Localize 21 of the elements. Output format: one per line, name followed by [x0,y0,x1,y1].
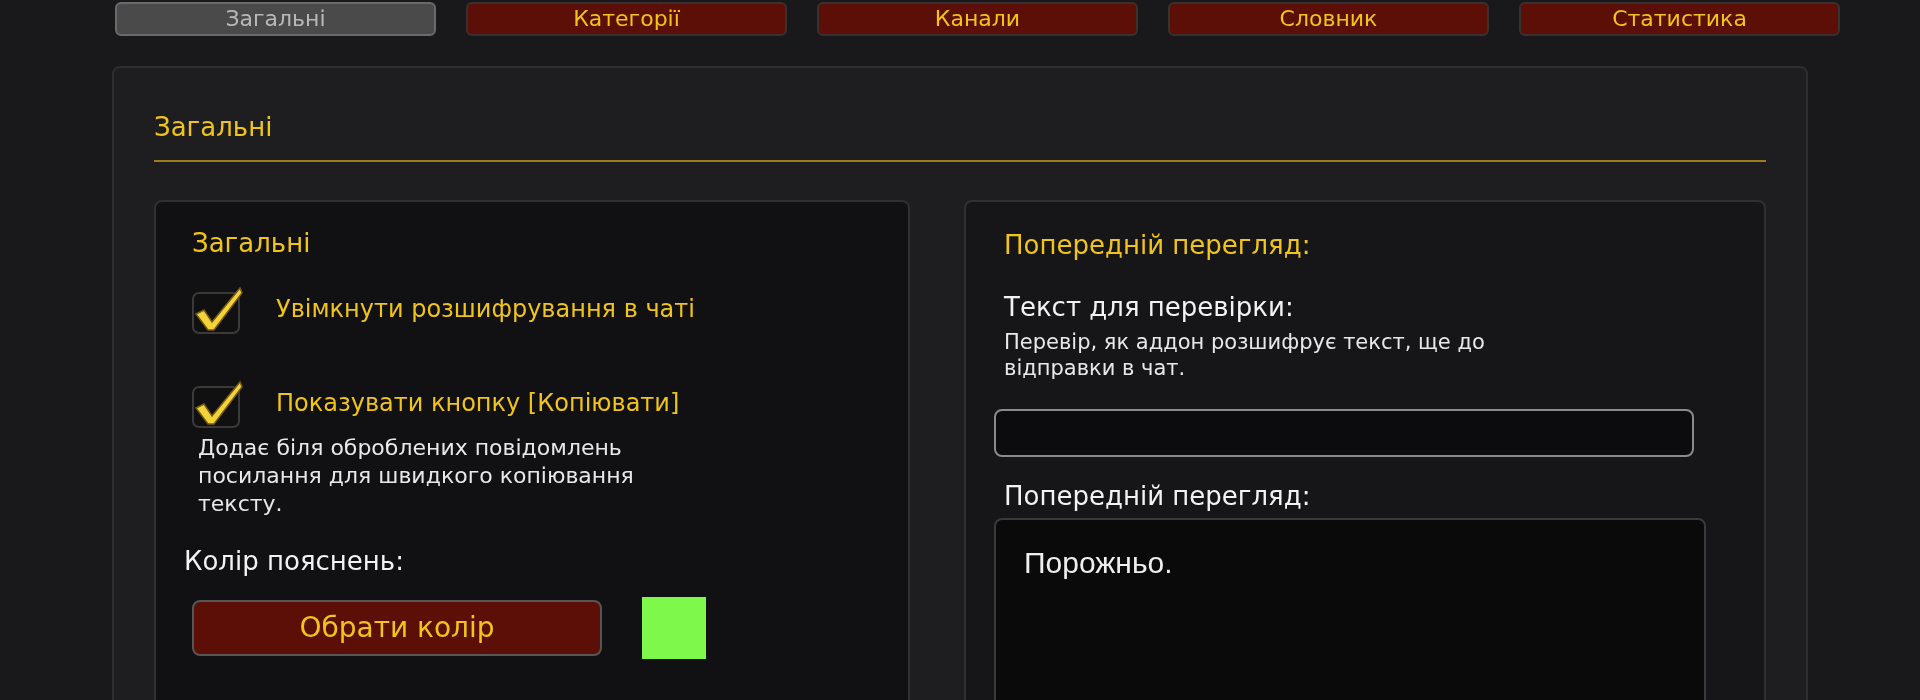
card-title: Попередній перегляд: [1004,232,1312,258]
checkbox-label: Увімкнути розшифрування в чаті [276,294,695,325]
choose-color-button[interactable]: Обрати колір [192,600,602,656]
checkbox-label: Показувати кнопку [Копіювати] [276,388,680,419]
field-hint: Перевір, як аддон розшифрує текст, ще до відправки в чат. [1004,329,1486,381]
tab[interactable]: Канали [817,2,1138,36]
preview-text: Порожньо. [1024,546,1173,579]
tab[interactable]: Загальні [115,2,436,36]
color-label: Колір пояснень: [184,545,405,578]
input-field[interactable] [994,409,1694,457]
section-title: Загальні [154,114,274,140]
tab[interactable]: Словник [1168,2,1489,36]
color-swatch[interactable] [642,597,706,659]
checkbox[interactable] [192,378,244,428]
checkbox[interactable] [192,284,244,334]
tab[interactable]: Статистика [1519,2,1840,36]
preview-label: Попередній перегляд: [1004,480,1312,513]
option-description: Додає біля оброблених повідомлень посилання для швидкого копіювання тексту. [198,434,635,518]
field-label: Текст для перевірки: [1004,291,1295,324]
tab[interactable]: Категорії [466,2,787,36]
card-title: Загальні [192,230,312,256]
